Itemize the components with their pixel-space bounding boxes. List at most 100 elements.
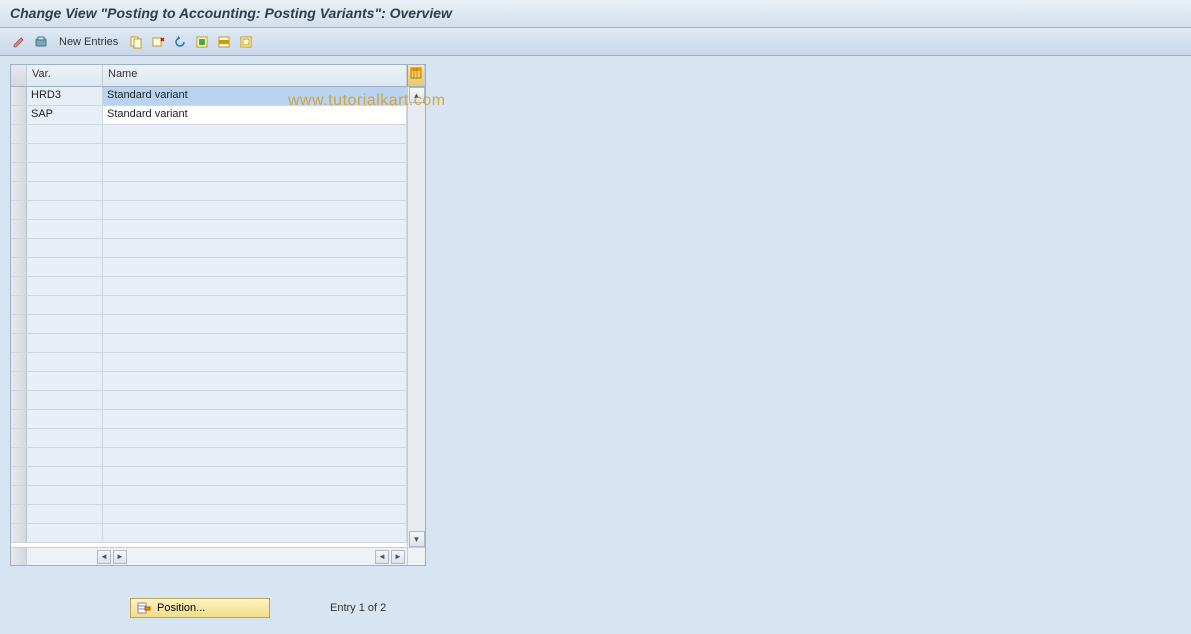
undo-icon[interactable] xyxy=(171,33,189,51)
header-name[interactable]: Name xyxy=(103,65,407,86)
header-select-column[interactable] xyxy=(11,65,27,86)
scroll-right-end-icon[interactable]: ► xyxy=(391,550,405,564)
cell-var xyxy=(27,258,103,276)
cell-var[interactable]: HRD3 xyxy=(27,87,103,105)
row-selector[interactable] xyxy=(11,372,27,390)
cell-name xyxy=(103,353,407,371)
row-selector[interactable] xyxy=(11,87,27,105)
cell-var xyxy=(27,144,103,162)
cell-name xyxy=(103,239,407,257)
cell-var xyxy=(27,524,103,542)
header-var[interactable]: Var. xyxy=(27,65,103,86)
row-selector[interactable] xyxy=(11,429,27,447)
row-selector[interactable] xyxy=(11,239,27,257)
cell-name xyxy=(103,429,407,447)
scroll-up-icon[interactable]: ▲ xyxy=(409,87,425,103)
cell-var xyxy=(27,334,103,352)
delete-icon[interactable] xyxy=(149,33,167,51)
toggle-display-change-icon[interactable] xyxy=(10,33,28,51)
row-selector[interactable] xyxy=(11,296,27,314)
row-selector[interactable] xyxy=(11,182,27,200)
table-row xyxy=(11,315,407,334)
cell-var xyxy=(27,125,103,143)
cell-name xyxy=(103,296,407,314)
cell-name xyxy=(103,220,407,238)
table-row xyxy=(11,125,407,144)
cell-var xyxy=(27,220,103,238)
row-selector[interactable] xyxy=(11,391,27,409)
cell-name xyxy=(103,125,407,143)
scroll-right-icon[interactable]: ► xyxy=(113,550,127,564)
table-row xyxy=(11,220,407,239)
cell-name xyxy=(103,505,407,523)
cell-var xyxy=(27,182,103,200)
row-selector[interactable] xyxy=(11,315,27,333)
cell-name xyxy=(103,410,407,428)
cell-var xyxy=(27,315,103,333)
table-row xyxy=(11,524,407,543)
select-block-icon[interactable] xyxy=(215,33,233,51)
cell-name xyxy=(103,258,407,276)
row-selector[interactable] xyxy=(11,258,27,276)
position-icon xyxy=(137,601,151,615)
row-selector[interactable] xyxy=(11,125,27,143)
table-body: HRD3Standard variantSAPStandard variant … xyxy=(11,87,425,547)
row-selector[interactable] xyxy=(11,505,27,523)
toolbar: New Entries xyxy=(0,28,1191,56)
table-row xyxy=(11,334,407,353)
table-row xyxy=(11,258,407,277)
position-label: Position... xyxy=(157,602,205,614)
table-row xyxy=(11,467,407,486)
table-row[interactable]: HRD3Standard variant xyxy=(11,87,407,106)
cell-var xyxy=(27,372,103,390)
row-selector[interactable] xyxy=(11,163,27,181)
table-row xyxy=(11,182,407,201)
scroll-left-icon[interactable]: ◄ xyxy=(97,550,111,564)
cell-name xyxy=(103,486,407,504)
table-row xyxy=(11,448,407,467)
other-entry-icon[interactable] xyxy=(32,33,50,51)
table-row xyxy=(11,429,407,448)
cell-var xyxy=(27,201,103,219)
cell-var[interactable]: SAP xyxy=(27,106,103,124)
scroll-left-end-icon[interactable]: ◄ xyxy=(375,550,389,564)
vertical-scrollbar[interactable]: ▲ ▼ xyxy=(407,87,425,547)
row-selector[interactable] xyxy=(11,486,27,504)
row-selector[interactable] xyxy=(11,334,27,352)
cell-name[interactable]: Standard variant xyxy=(103,87,407,105)
table-row[interactable]: SAPStandard variant xyxy=(11,106,407,125)
new-entries-button[interactable]: New Entries xyxy=(54,33,123,51)
row-selector[interactable] xyxy=(11,467,27,485)
deselect-all-icon[interactable] xyxy=(237,33,255,51)
row-selector[interactable] xyxy=(11,106,27,124)
copy-as-icon[interactable] xyxy=(127,33,145,51)
row-selector[interactable] xyxy=(11,144,27,162)
scroll-down-icon[interactable]: ▼ xyxy=(409,531,425,547)
row-selector[interactable] xyxy=(11,201,27,219)
table-row xyxy=(11,201,407,220)
row-selector[interactable] xyxy=(11,277,27,295)
horizontal-scrollbar: ◄ ► ◄ ► xyxy=(11,547,425,565)
cell-var xyxy=(27,163,103,181)
row-selector[interactable] xyxy=(11,410,27,428)
cell-name xyxy=(103,182,407,200)
page-title: Change View "Posting to Accounting: Post… xyxy=(10,5,1181,21)
row-selector[interactable] xyxy=(11,524,27,542)
cell-name xyxy=(103,467,407,485)
select-all-icon[interactable] xyxy=(193,33,211,51)
table-container: Var. Name HRD3Standard variantSAPStandar… xyxy=(10,64,426,566)
row-selector[interactable] xyxy=(11,353,27,371)
cell-name xyxy=(103,277,407,295)
table-config-icon[interactable] xyxy=(407,65,425,86)
cell-name[interactable]: Standard variant xyxy=(103,106,407,124)
table-row xyxy=(11,486,407,505)
cell-var xyxy=(27,429,103,447)
cell-name xyxy=(103,315,407,333)
position-button[interactable]: Position... xyxy=(130,598,270,618)
row-selector[interactable] xyxy=(11,448,27,466)
table-row xyxy=(11,410,407,429)
row-selector[interactable] xyxy=(11,220,27,238)
cell-var xyxy=(27,505,103,523)
cell-name xyxy=(103,163,407,181)
cell-var xyxy=(27,448,103,466)
